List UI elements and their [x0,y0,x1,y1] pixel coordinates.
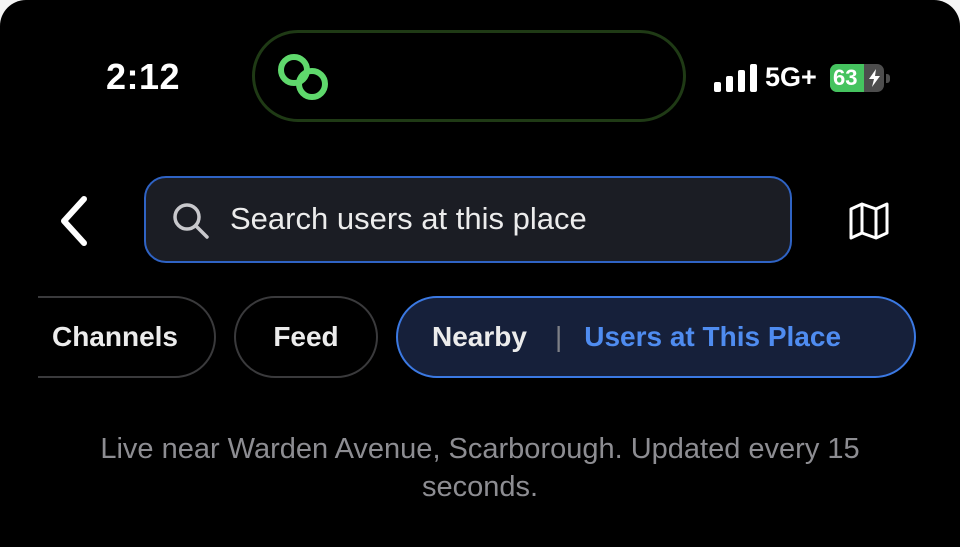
chip-label: Feed [273,321,339,352]
chip-feed[interactable]: Feed [234,296,378,378]
battery-percent: 63 [833,65,858,90]
app-screen: 2:12 5G+ 63 Search users at this place C… [0,0,960,547]
battery-body: 63 [830,64,884,92]
chip-nearby-users-at-place[interactable]: Nearby | Users at This Place [396,296,916,378]
status-time: 2:12 [106,56,181,97]
chip-users-at-place-label: Users at This Place [584,321,842,352]
chip-nearby-label: Nearby [432,321,527,352]
chip-channels[interactable]: Channels [38,296,216,378]
search-icon [173,203,209,239]
map-icon[interactable] [848,200,890,242]
filter-chips: Channels Feed Nearby | Users at This Pla… [38,296,960,378]
battery-nub [886,74,890,83]
back-button[interactable] [54,194,94,248]
dynamic-island[interactable] [252,30,686,122]
search-input[interactable] [230,190,770,248]
chip-label: Channels [51,321,178,352]
live-status-text: Live near Warden Avenue, Scarborough. Up… [100,433,860,503]
search-field[interactable] [144,176,792,263]
charging-bolt-icon [869,69,880,87]
chip-divider: | [554,321,563,352]
network-type: 5G+ [765,62,817,92]
link-icon [278,54,328,100]
cellular-signal-icon [714,64,757,92]
battery-indicator: 63 [830,64,890,92]
